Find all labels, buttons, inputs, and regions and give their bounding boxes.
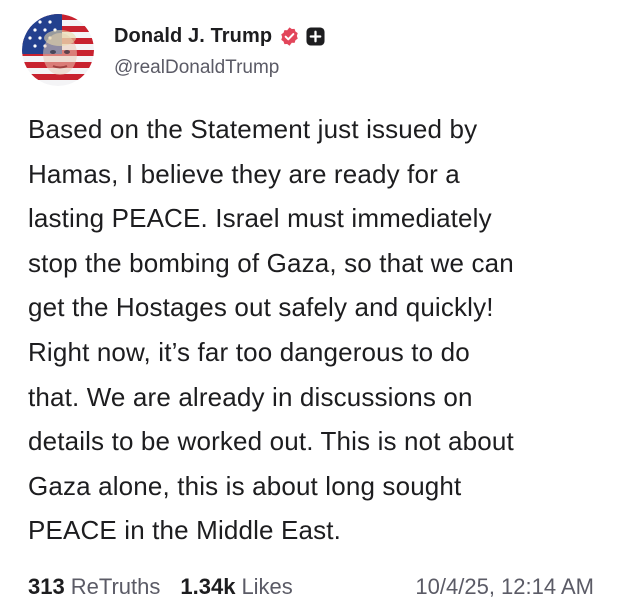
avatar[interactable] [22, 14, 94, 86]
post-footer: 313 ReTruths 1.34k Likes 10/4/25, 12:14 … [28, 567, 608, 607]
post-body-line: Based on the Statement just issued by [28, 114, 478, 144]
post-body: Based on the Statement just issued by Ha… [28, 107, 608, 553]
likes-label: Likes [241, 574, 293, 599]
post-body-line: that. We are already in discussions on [28, 381, 473, 412]
post-timestamp[interactable]: 10/4/25, 12:14 AM [415, 574, 594, 600]
display-name[interactable]: Donald J. Trump [114, 25, 272, 48]
display-name-row: Donald J. Trump [114, 21, 325, 51]
plus-badge-icon [306, 26, 325, 46]
author-handle[interactable]: @realDonaldTrump [114, 57, 325, 79]
post-body-line: Hamas, I believe they are ready for a [28, 158, 460, 189]
post-body-line: get the Hostages out safely and quickly! [28, 292, 494, 323]
post-body-line: details to be worked out. This is not ab… [28, 426, 514, 457]
post-header: Donald J. Trump @realDonaldTrump [22, 14, 325, 86]
post-body-line: Gaza alone, this is about long sought [28, 470, 462, 501]
post-body-line: lasting PEACE. Israel must immediately [28, 203, 492, 234]
author-names: Donald J. Trump @realDonaldTrump [114, 21, 325, 79]
likes-count: 1.34k [180, 574, 236, 599]
post-body-line: stop the bombing of Gaza, so that we can [28, 247, 514, 278]
post-body-line: Right now, it’s far too dangerous to do [28, 336, 470, 367]
post-card: Donald J. Trump @realDonaldTrump Based o… [0, 0, 624, 612]
likes-stat[interactable]: 1.34k Likes [180, 574, 292, 600]
retruths-label: ReTruths [70, 574, 161, 599]
post-body-line: PEACE in the Middle East. [28, 515, 342, 546]
retruths-stat[interactable]: 313 ReTruths [28, 574, 160, 600]
verified-check-icon [279, 26, 300, 47]
retruths-count: 313 [28, 574, 65, 599]
flag-portrait-icon [22, 14, 94, 86]
